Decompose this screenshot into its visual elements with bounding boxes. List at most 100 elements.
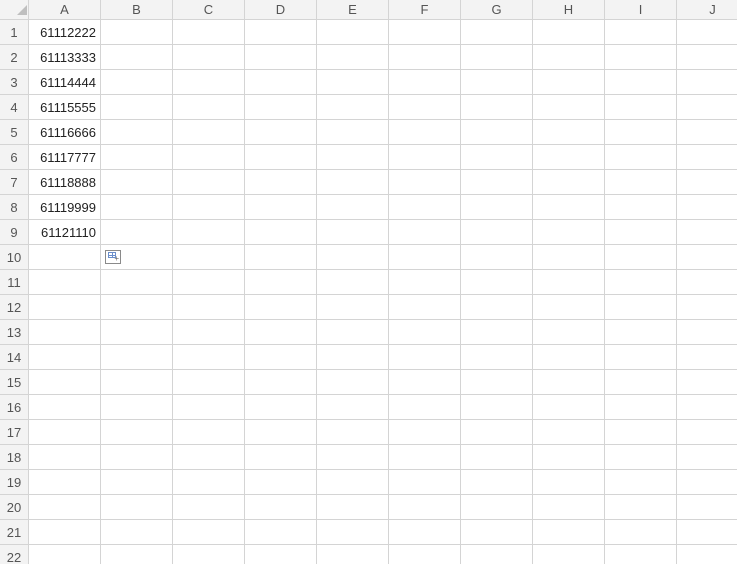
cell-J15[interactable]: [677, 370, 737, 395]
cell-C14[interactable]: [173, 345, 245, 370]
cell-E5[interactable]: [317, 120, 389, 145]
cell-H1[interactable]: [533, 20, 605, 45]
cell-A16[interactable]: [29, 395, 101, 420]
cell-A18[interactable]: [29, 445, 101, 470]
cell-G7[interactable]: [461, 170, 533, 195]
cell-C20[interactable]: [173, 495, 245, 520]
row-header-15[interactable]: 15: [0, 370, 29, 395]
cell-G5[interactable]: [461, 120, 533, 145]
cell-E14[interactable]: [317, 345, 389, 370]
cell-F15[interactable]: [389, 370, 461, 395]
cell-G8[interactable]: [461, 195, 533, 220]
cell-E7[interactable]: [317, 170, 389, 195]
cell-H6[interactable]: [533, 145, 605, 170]
col-header-F[interactable]: F: [389, 0, 461, 20]
col-header-J[interactable]: J: [677, 0, 737, 20]
cell-E17[interactable]: [317, 420, 389, 445]
col-header-A[interactable]: A: [29, 0, 101, 20]
cell-C1[interactable]: [173, 20, 245, 45]
cell-I19[interactable]: [605, 470, 677, 495]
cell-D18[interactable]: [245, 445, 317, 470]
cell-J22[interactable]: [677, 545, 737, 564]
cell-J20[interactable]: [677, 495, 737, 520]
cell-H13[interactable]: [533, 320, 605, 345]
cell-A21[interactable]: [29, 520, 101, 545]
cell-H7[interactable]: [533, 170, 605, 195]
cell-J9[interactable]: [677, 220, 737, 245]
cell-F17[interactable]: [389, 420, 461, 445]
cell-A19[interactable]: [29, 470, 101, 495]
cell-A2[interactable]: 61113333: [29, 45, 101, 70]
cell-I14[interactable]: [605, 345, 677, 370]
cell-E12[interactable]: [317, 295, 389, 320]
row-header-21[interactable]: 21: [0, 520, 29, 545]
cell-A10[interactable]: [29, 245, 101, 270]
cell-I1[interactable]: [605, 20, 677, 45]
cell-H18[interactable]: [533, 445, 605, 470]
cell-D9[interactable]: [245, 220, 317, 245]
cell-E9[interactable]: [317, 220, 389, 245]
cell-I4[interactable]: [605, 95, 677, 120]
cell-J5[interactable]: [677, 120, 737, 145]
cell-B9[interactable]: [101, 220, 173, 245]
cell-A17[interactable]: [29, 420, 101, 445]
cell-B1[interactable]: [101, 20, 173, 45]
row-header-18[interactable]: 18: [0, 445, 29, 470]
cell-F20[interactable]: [389, 495, 461, 520]
cell-J4[interactable]: [677, 95, 737, 120]
select-all-corner[interactable]: [0, 0, 29, 20]
cell-E19[interactable]: [317, 470, 389, 495]
cell-B5[interactable]: [101, 120, 173, 145]
cell-F5[interactable]: [389, 120, 461, 145]
cell-I8[interactable]: [605, 195, 677, 220]
cell-F3[interactable]: [389, 70, 461, 95]
cell-A1[interactable]: 61112222: [29, 20, 101, 45]
row-header-5[interactable]: 5: [0, 120, 29, 145]
cell-J17[interactable]: [677, 420, 737, 445]
cell-G14[interactable]: [461, 345, 533, 370]
cell-C10[interactable]: [173, 245, 245, 270]
row-header-12[interactable]: 12: [0, 295, 29, 320]
cell-B14[interactable]: [101, 345, 173, 370]
cell-H2[interactable]: [533, 45, 605, 70]
row-header-4[interactable]: 4: [0, 95, 29, 120]
cell-C18[interactable]: [173, 445, 245, 470]
cell-I18[interactable]: [605, 445, 677, 470]
cell-F2[interactable]: [389, 45, 461, 70]
cell-B6[interactable]: [101, 145, 173, 170]
cell-B16[interactable]: [101, 395, 173, 420]
cell-F21[interactable]: [389, 520, 461, 545]
cell-H5[interactable]: [533, 120, 605, 145]
col-header-C[interactable]: C: [173, 0, 245, 20]
cell-J16[interactable]: [677, 395, 737, 420]
row-header-7[interactable]: 7: [0, 170, 29, 195]
cell-B4[interactable]: [101, 95, 173, 120]
cell-A9[interactable]: 61121110: [29, 220, 101, 245]
cell-F8[interactable]: [389, 195, 461, 220]
cell-J14[interactable]: [677, 345, 737, 370]
cell-I20[interactable]: [605, 495, 677, 520]
row-header-22[interactable]: 22: [0, 545, 29, 564]
cell-I15[interactable]: [605, 370, 677, 395]
cell-J11[interactable]: [677, 270, 737, 295]
cell-I5[interactable]: [605, 120, 677, 145]
cell-A3[interactable]: 61114444: [29, 70, 101, 95]
cell-J19[interactable]: [677, 470, 737, 495]
row-header-1[interactable]: 1: [0, 20, 29, 45]
cell-H12[interactable]: [533, 295, 605, 320]
cell-F13[interactable]: [389, 320, 461, 345]
cell-B8[interactable]: [101, 195, 173, 220]
cell-J10[interactable]: [677, 245, 737, 270]
cell-A13[interactable]: [29, 320, 101, 345]
cell-J12[interactable]: [677, 295, 737, 320]
cell-H16[interactable]: [533, 395, 605, 420]
cell-C19[interactable]: [173, 470, 245, 495]
cell-C17[interactable]: [173, 420, 245, 445]
cell-F22[interactable]: [389, 545, 461, 564]
cell-H3[interactable]: [533, 70, 605, 95]
cell-J2[interactable]: [677, 45, 737, 70]
cell-A4[interactable]: 61115555: [29, 95, 101, 120]
cell-B3[interactable]: [101, 70, 173, 95]
cell-I3[interactable]: [605, 70, 677, 95]
col-header-B[interactable]: B: [101, 0, 173, 20]
